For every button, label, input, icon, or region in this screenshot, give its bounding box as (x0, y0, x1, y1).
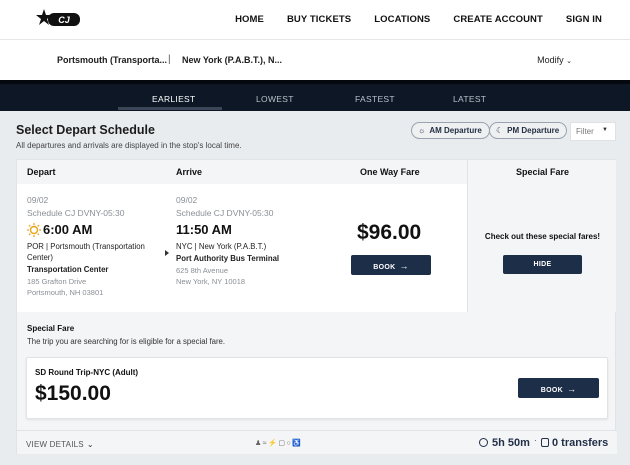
nav-buy-tickets[interactable]: BUY TICKETS (287, 14, 351, 25)
arrive-time: 11:50 AM (176, 222, 232, 237)
restroom-icon: ♟ (255, 440, 263, 447)
special-fare-name: SD Round Trip-NYC (Adult) (35, 368, 139, 377)
special-fare-subtitle: The trip you are searching for is eligib… (27, 337, 226, 346)
tab-earliest[interactable]: EARLIEST (152, 94, 196, 104)
arrive-address-line1: 625 8th Avenue (176, 266, 228, 275)
col-special-fare: Special Fare (516, 167, 570, 177)
special-fare-card: SD Round Trip-NYC (Adult) $150.00 BOOK → (26, 357, 608, 419)
active-tab-indicator (118, 107, 222, 110)
chevron-down-icon: ⌄ (86, 440, 94, 449)
arrow-right-icon: → (399, 261, 409, 271)
depart-date: 09/02 (27, 195, 49, 205)
power-outlet-icon: ⚡ (268, 440, 279, 447)
depart-stop: POR | Portsmouth (Transportation (27, 242, 145, 251)
accessible-icon: ♿ (292, 440, 303, 447)
svg-text:CJ: CJ (58, 15, 70, 25)
schedule-card: Special Fare Check out these special far… (16, 159, 617, 454)
chevron-down-icon: ⌄ (566, 58, 572, 65)
sun-icon (27, 223, 41, 237)
depart-address-line1: 185 Grafton Drive (27, 277, 87, 286)
tab-lowest[interactable]: LOWEST (256, 94, 294, 104)
one-way-price: $96.00 (357, 221, 422, 244)
separator-dot: · (534, 436, 537, 445)
depart-address-line2: Portsmouth, NH 03801 (27, 288, 104, 297)
nav-sign-in[interactable]: SIGN IN (566, 14, 602, 25)
am-departure-filter[interactable]: ☼ AM Departure (411, 122, 490, 139)
amenity-icons: ♟≈⚡▢○♿ (255, 439, 302, 447)
nav-create-account[interactable]: CREATE ACCOUNT (453, 14, 543, 25)
depart-stop-cont: Center) (27, 253, 53, 262)
trip-origin: Portsmouth (Transporta... (57, 55, 168, 65)
nav-home[interactable]: HOME (235, 14, 264, 25)
filter-dropdown[interactable]: Filter ▼ (570, 122, 616, 141)
special-fare-message: Check out these special fares! (484, 232, 601, 241)
nav-locations[interactable]: LOCATIONS (374, 14, 430, 25)
bus-icon (541, 438, 549, 447)
arrow-right-icon: → (566, 384, 577, 394)
depart-stop-name: Transportation Center (27, 265, 109, 274)
arrive-address-line2: New York, NY 10018 (176, 277, 246, 286)
col-arrive: Arrive (176, 167, 203, 177)
depart-schedule: Schedule CJ DVNY-05:30 (27, 208, 125, 218)
page-subtitle: All departures and arrivals are displaye… (16, 141, 242, 150)
view-details-toggle[interactable]: VIEW DETAILS ⌄ (26, 440, 94, 449)
special-fare-title: Special Fare (27, 324, 75, 333)
cj-logo-icon[interactable]: CJ (36, 7, 82, 31)
site-header: CJ HOME BUY TICKETS LOCATIONS CREATE ACC… (0, 0, 630, 40)
trip-row: 09/02 Schedule CJ DVNY-05:30 6:00 AM POR… (17, 184, 467, 312)
col-one-way-fare: One Way Fare (360, 167, 420, 177)
hide-button[interactable]: HIDE (503, 255, 582, 274)
page-title: Select Depart Schedule (16, 123, 155, 137)
trip-footer: VIEW DETAILS ⌄ ♟≈⚡▢○♿ 5h 50m · 0 transfer… (17, 430, 617, 454)
arrive-date: 09/02 (176, 195, 198, 205)
arrive-stop-name: Port Authority Bus Terminal (176, 254, 280, 263)
tab-latest[interactable]: LATEST (453, 94, 486, 104)
arrow-right-icon (165, 250, 169, 256)
trip-summary-bar: Portsmouth (Transporta... | New York (P.… (0, 40, 630, 80)
special-fare-price: $150.00 (35, 382, 111, 405)
main-nav: HOME BUY TICKETS LOCATIONS CREATE ACCOUN… (235, 14, 602, 25)
col-depart: Depart (27, 167, 56, 177)
depart-time: 6:00 AM (43, 222, 93, 237)
sort-tabs: EARLIEST LOWEST FASTEST LATEST (0, 80, 630, 111)
trip-transfers: 0 transfers (541, 437, 608, 449)
moon-icon: ☾ (496, 126, 504, 135)
book-button[interactable]: BOOK → (351, 255, 431, 275)
special-fare-column: Special Fare Check out these special far… (467, 160, 616, 312)
modify-button[interactable]: Modify ⌄ (537, 55, 572, 65)
sun-icon: ☼ (418, 126, 426, 135)
special-fare-book-button[interactable]: BOOK → (518, 378, 599, 398)
trip-duration: 5h 50m (479, 437, 530, 449)
tab-fastest[interactable]: FASTEST (355, 94, 395, 104)
pm-departure-filter[interactable]: ☾ PM Departure (489, 122, 568, 139)
trip-separator: | (168, 54, 171, 65)
arrive-stop: NYC | New York (P.A.B.T.) (176, 242, 267, 251)
caret-down-icon: ▼ (602, 127, 608, 133)
trip-destination: New York (P.A.B.T.), N... (182, 55, 283, 65)
clock-icon (479, 438, 488, 447)
arrive-schedule: Schedule CJ DVNY-05:30 (176, 208, 274, 218)
